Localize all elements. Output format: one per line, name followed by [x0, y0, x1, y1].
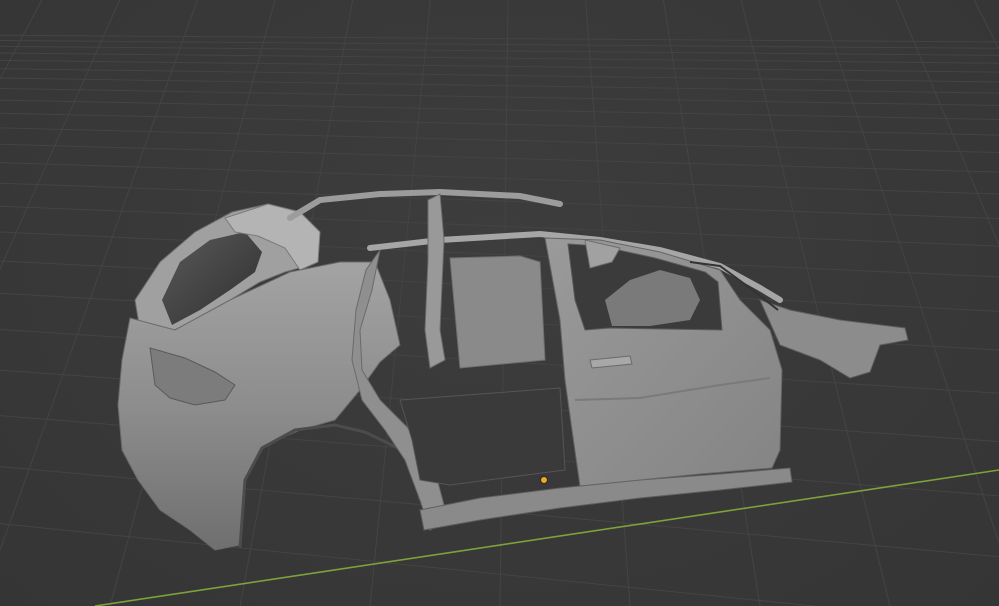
- grid-line: [892, 0, 999, 606]
- grid-line: [0, 0, 50, 606]
- grid-line: [954, 0, 999, 606]
- grid-line: [0, 523, 819, 606]
- roof-rail-left: [287, 188, 563, 221]
- car-body-shell[interactable]: [117, 188, 909, 551]
- grid-line: [0, 0, 96, 606]
- grid-line: [0, 45, 999, 56]
- lower-sill-floor: [399, 387, 566, 486]
- grid-line: [908, 0, 999, 606]
- grid-line: [0, 0, 65, 606]
- grid-line: [0, 162, 999, 195]
- viewport-canvas[interactable]: [0, 0, 999, 606]
- grid-line: [0, 39, 999, 49]
- origin-marker[interactable]: [540, 476, 548, 484]
- grid-line: [0, 0, 128, 606]
- grid-line: [970, 0, 999, 606]
- c-pillar: [424, 193, 446, 369]
- grid-line: [0, 34, 999, 43]
- interior-panel: [449, 255, 546, 369]
- grid-line: [0, 182, 999, 220]
- 3d-viewport[interactable]: [0, 0, 999, 606]
- front-frame-rail: [759, 299, 909, 379]
- grid-line: [0, 205, 999, 247]
- grid-line: [876, 0, 999, 606]
- grid-line: [0, 0, 112, 606]
- grid-line: [986, 0, 999, 606]
